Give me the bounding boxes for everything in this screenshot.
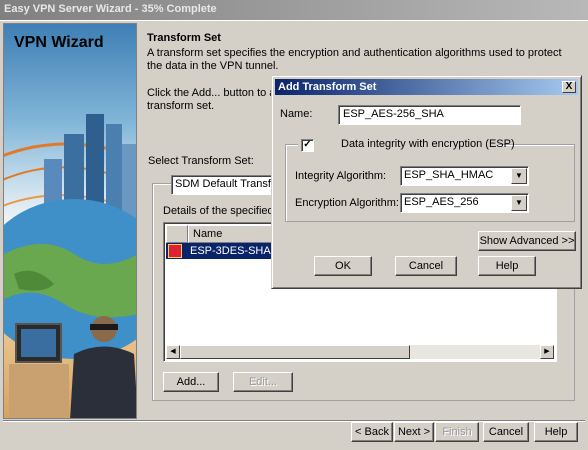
table-header-name[interactable]: Name [188, 225, 274, 243]
table-row[interactable]: ESP-3DES-SHA [166, 243, 272, 259]
table-row-name: ESP-3DES-SHA [190, 245, 271, 257]
window-titlebar: Easy VPN Server Wizard - 35% Complete [0, 0, 588, 20]
table-header-icon-column[interactable] [166, 225, 188, 243]
dialog-titlebar: Add Transform Set X [275, 79, 578, 95]
wizard-art-title: VPN Wizard [14, 34, 104, 51]
back-button[interactable]: < Back [351, 422, 393, 442]
encryption-algorithm-select[interactable]: ESP_AES_256 ▼ [400, 193, 529, 213]
scrollbar-thumb[interactable] [180, 345, 410, 359]
cancel-button[interactable]: Cancel [483, 422, 529, 442]
table-header-name-label: Name [193, 228, 223, 240]
integrity-algorithm-value: ESP_SHA_HMAC [404, 169, 494, 181]
wizard-illustration: VPN Wizard [3, 23, 137, 419]
dialog-help-button[interactable]: Help [478, 256, 536, 276]
name-label: Name: [280, 108, 313, 120]
dialog-title: Add Transform Set [278, 81, 377, 93]
dialog-cancel-button[interactable]: Cancel [395, 256, 457, 276]
chevron-down-icon[interactable]: ▼ [511, 195, 527, 211]
page-heading: Transform Set [147, 32, 221, 44]
integrity-checkbox-row: ✓ Data integrity with encryption (ESP) [298, 138, 515, 152]
page-description: A transform set specifies the encryption… [147, 47, 562, 72]
add-button[interactable]: Add... [163, 372, 219, 392]
chevron-down-icon[interactable]: ▼ [511, 168, 527, 184]
next-button[interactable]: Next > [394, 422, 434, 442]
encryption-algorithm-value: ESP_AES_256 [404, 196, 479, 208]
click-add-text-2: transform set. [147, 100, 215, 112]
click-add-text: Click the Add... button to ad [147, 87, 282, 99]
details-label: Details of the specified [163, 205, 274, 217]
scroll-left-icon[interactable]: ◀ [166, 345, 180, 359]
add-transform-set-dialog: Add Transform Set X Name: ESP_AES-256_SH… [271, 75, 582, 289]
table-horizontal-scrollbar[interactable]: ◀ ▶ [166, 345, 554, 359]
edit-button[interactable]: Edit... [233, 372, 293, 392]
integrity-algorithm-select[interactable]: ESP_SHA_HMAC ▼ [400, 166, 529, 186]
finish-button[interactable]: Finish [435, 422, 479, 442]
window-title: Easy VPN Server Wizard - 35% Complete [4, 3, 217, 15]
transform-set-select[interactable]: SDM Default Transfo [171, 175, 281, 195]
transform-set-icon [168, 244, 182, 258]
integrity-checkbox[interactable]: ✓ [301, 139, 314, 152]
integrity-checkbox-label: Data integrity with encryption (ESP) [341, 138, 515, 150]
illustration-graphic [4, 114, 136, 418]
help-button[interactable]: Help [534, 422, 578, 442]
name-field[interactable]: ESP_AES-256_SHA [338, 105, 521, 125]
select-transform-set-label: Select Transform Set: [148, 155, 254, 167]
close-icon[interactable]: X [562, 81, 576, 93]
integrity-algorithm-label: Integrity Algorithm: [295, 170, 387, 182]
dialog-ok-button[interactable]: OK [314, 256, 372, 276]
show-advanced-button[interactable]: Show Advanced >> [478, 231, 576, 251]
wizard-content: Transform Set A transform set specifies … [147, 32, 577, 73]
scroll-right-icon[interactable]: ▶ [540, 345, 554, 359]
encryption-algorithm-label: Encryption Algorithm: [295, 197, 399, 209]
transform-set-select-value: SDM Default Transfo [175, 178, 278, 190]
